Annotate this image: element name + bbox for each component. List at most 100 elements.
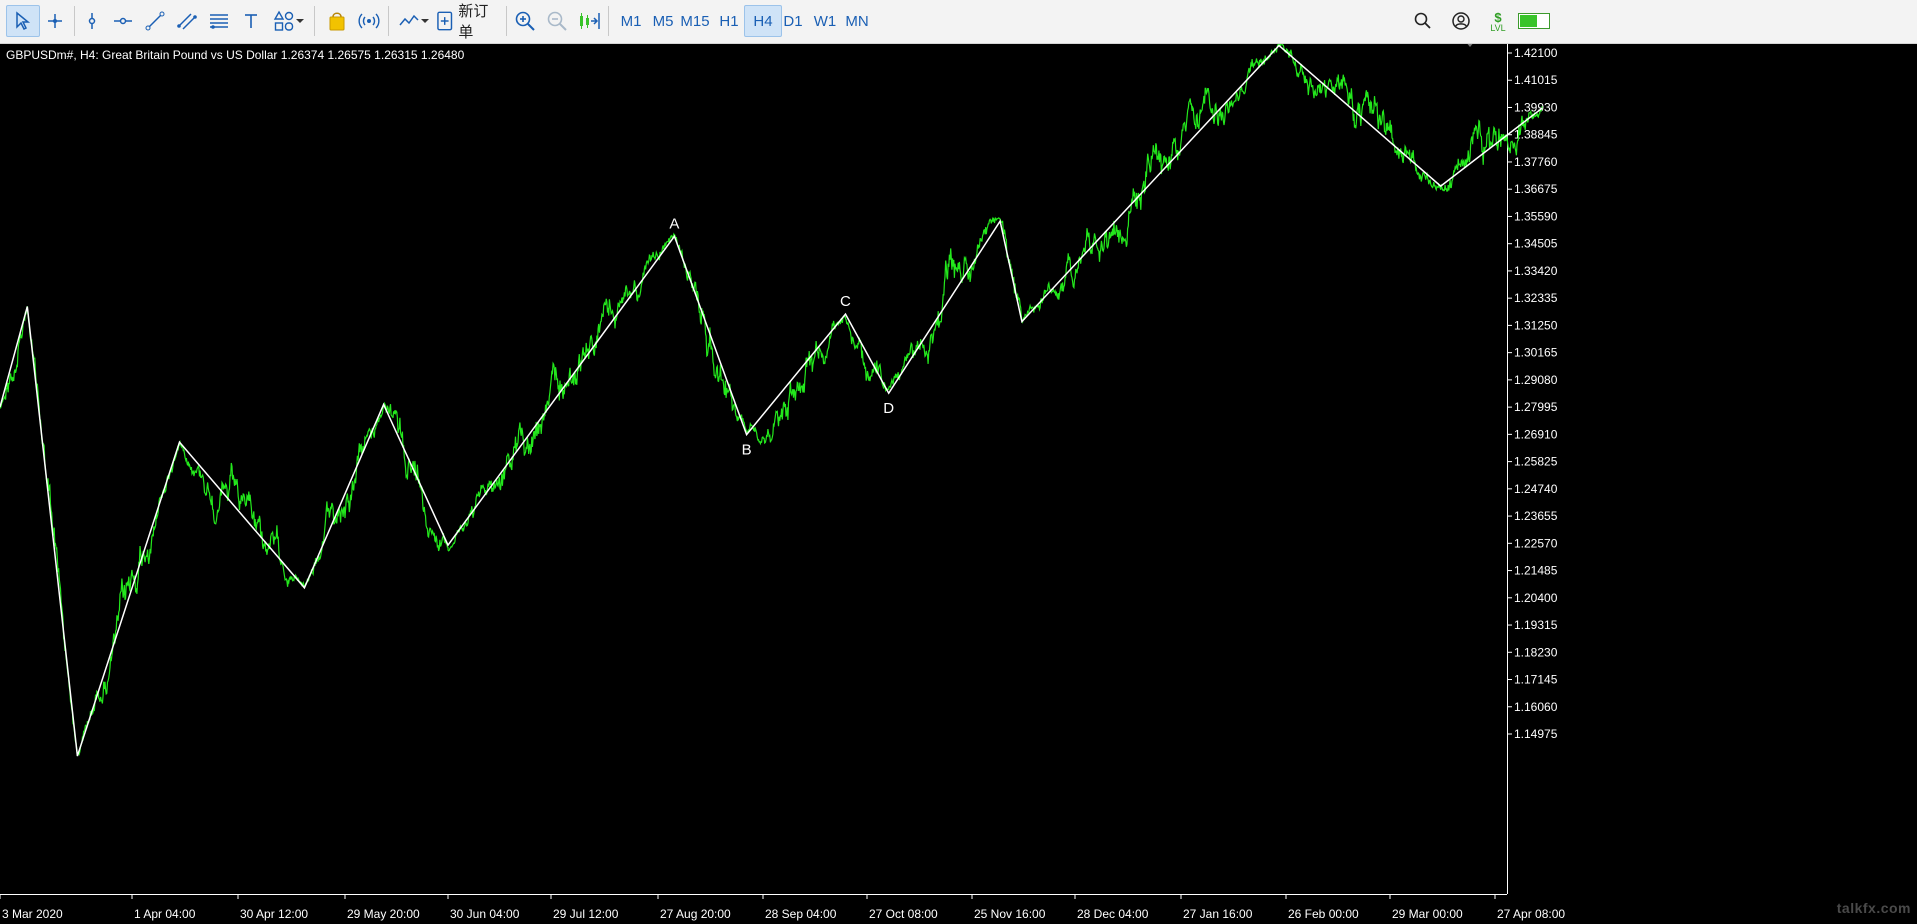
trendline-tool-button[interactable] xyxy=(140,5,170,37)
y-tick-label: 1.42100 xyxy=(1514,46,1558,60)
zoom-out-icon xyxy=(547,11,567,31)
x-tick-label: 30 Jun 04:00 xyxy=(450,907,520,921)
vertical-line-icon xyxy=(88,13,96,29)
watermark: talkfx.com xyxy=(1836,900,1911,916)
chart-shift-button[interactable] xyxy=(574,5,604,37)
vertical-line-tool-button[interactable] xyxy=(78,5,106,37)
zoom-in-button[interactable] xyxy=(510,5,540,37)
equidistant-channel-icon xyxy=(177,13,197,30)
market-button[interactable] xyxy=(322,5,352,37)
timeframe-h1[interactable]: H1 xyxy=(710,5,748,37)
user-account-icon xyxy=(1452,12,1470,30)
signal-strength-fill xyxy=(1520,15,1537,27)
lvl-button[interactable]: $ LVL xyxy=(1484,5,1512,37)
pattern-point-label-c: C xyxy=(840,293,851,310)
x-tick-label: 1 Apr 04:00 xyxy=(134,907,196,921)
y-tick-label: 1.33420 xyxy=(1514,264,1558,278)
y-tick-label: 1.30165 xyxy=(1514,346,1558,360)
timeframe-m15[interactable]: M15 xyxy=(676,5,714,37)
y-tick-label: 1.32335 xyxy=(1514,291,1558,305)
new-order-label: 新订单 xyxy=(458,3,489,41)
shopping-bag-icon xyxy=(329,12,345,31)
x-tick-label: 28 Dec 04:00 xyxy=(1077,907,1149,921)
text-icon xyxy=(245,14,257,28)
new-order-icon xyxy=(437,11,453,31)
x-tick-label: 26 Feb 00:00 xyxy=(1288,907,1359,921)
chart-header: GBPUSDm#, H4: Great Britain Pound vs US … xyxy=(6,48,465,62)
shapes-menu-button[interactable] xyxy=(268,5,310,37)
y-tick-label: 1.19315 xyxy=(1514,618,1558,632)
shift-marker-icon xyxy=(1467,44,1473,47)
x-tick-label: 29 Jul 12:00 xyxy=(553,907,619,921)
toolbar-separator xyxy=(74,6,75,36)
chevron-down-icon xyxy=(296,19,304,23)
x-tick-label: 27 Aug 20:00 xyxy=(660,907,731,921)
search-button[interactable] xyxy=(1408,5,1438,37)
price-chart[interactable]: 1.421001.410151.399301.388451.377601.366… xyxy=(0,44,1917,924)
dollar-icon: $ xyxy=(1494,10,1502,24)
y-tick-label: 1.17145 xyxy=(1514,673,1558,687)
y-tick-label: 1.18230 xyxy=(1514,645,1558,659)
x-tick-label: 28 Sep 04:00 xyxy=(765,907,837,921)
svg-text:$: $ xyxy=(1494,10,1502,24)
y-tick-label: 1.31250 xyxy=(1514,318,1558,332)
text-tool-button[interactable] xyxy=(236,5,266,37)
y-tick-label: 1.24740 xyxy=(1514,482,1558,496)
toolbar-separator xyxy=(388,6,389,36)
crosshair-tool-button[interactable] xyxy=(40,5,70,37)
pointer-arrow-icon xyxy=(16,11,31,31)
lvl-label: LVL xyxy=(1490,22,1506,33)
toolbar-separator xyxy=(608,6,609,36)
channel-tool-button[interactable] xyxy=(172,5,202,37)
signal-strength-icon xyxy=(1518,13,1550,29)
x-tick-label: 3 Mar 2020 xyxy=(2,907,63,921)
x-tick-label: 25 Nov 16:00 xyxy=(974,907,1046,921)
trendline-icon xyxy=(145,11,165,31)
x-tick-label: 30 Apr 12:00 xyxy=(240,907,308,921)
y-tick-label: 1.25825 xyxy=(1514,455,1558,469)
y-tick-label: 1.20400 xyxy=(1514,591,1558,605)
horizontal-line-icon xyxy=(114,17,132,25)
y-tick-label: 1.14975 xyxy=(1514,727,1558,741)
horizontal-line-tool-button[interactable] xyxy=(108,5,138,37)
y-tick-label: 1.37760 xyxy=(1514,155,1558,169)
signals-button[interactable] xyxy=(354,5,384,37)
pattern-point-label-d: D xyxy=(883,400,894,417)
timeframe-mn[interactable]: MN xyxy=(838,5,876,37)
indicator-line-icon xyxy=(399,14,419,26)
y-tick-label: 1.35590 xyxy=(1514,209,1558,223)
y-tick-label: 1.34505 xyxy=(1514,237,1558,251)
chart-area[interactable]: 1.42100 1.41015 1.39930 1.38845 1.37760 1.366… xyxy=(0,44,1917,924)
pattern-point-label-b: B xyxy=(742,442,752,459)
new-order-button[interactable]: 新订单 xyxy=(436,3,502,41)
toolbar-separator xyxy=(506,6,507,36)
y-tick-label: 1.22570 xyxy=(1514,536,1558,550)
indicators-menu-button[interactable] xyxy=(394,5,434,37)
toolbar: 新订单 M1 M5 M15 H1 H4 D1 W1 MN $ LVL xyxy=(0,0,1917,44)
zoom-out-button[interactable] xyxy=(542,5,572,37)
y-tick-label: 1.16060 xyxy=(1514,700,1558,714)
y-tick-label: 1.29080 xyxy=(1514,373,1558,387)
chevron-down-icon xyxy=(421,19,429,23)
cursor-tool-button[interactable] xyxy=(6,5,40,37)
y-tick-label: 1.26910 xyxy=(1514,427,1558,441)
y-tick-label: 1.27995 xyxy=(1514,400,1558,414)
shapes-icon xyxy=(273,10,294,31)
search-icon xyxy=(1414,12,1431,29)
connection-status[interactable] xyxy=(1514,5,1554,37)
y-tick-label: 1.23655 xyxy=(1514,509,1558,523)
broadcast-icon xyxy=(358,13,380,29)
x-tick-label: 29 Mar 00:00 xyxy=(1392,907,1463,921)
account-button[interactable] xyxy=(1446,5,1476,37)
toolbar-separator xyxy=(314,6,315,36)
x-tick-label: 29 May 20:00 xyxy=(347,907,420,921)
y-tick-label: 1.41015 xyxy=(1514,73,1558,87)
x-tick-label: 27 Apr 08:00 xyxy=(1497,907,1565,921)
x-tick-label: 27 Jan 16:00 xyxy=(1183,907,1253,921)
crosshair-icon xyxy=(48,14,62,28)
y-tick-label: 1.36675 xyxy=(1514,182,1558,196)
pattern-point-label-a: A xyxy=(669,215,679,232)
fibonacci-tool-button[interactable] xyxy=(204,5,234,37)
fibonacci-icon xyxy=(210,14,228,29)
chart-shift-icon xyxy=(580,13,600,29)
